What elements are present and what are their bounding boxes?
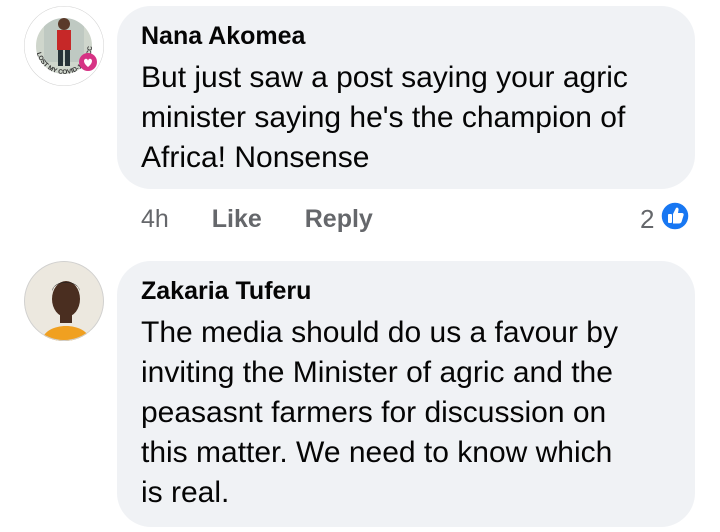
- comment-text-line: inviting the Minister of agric and the: [141, 356, 613, 389]
- reaction-count: 2: [640, 204, 655, 234]
- commenter-avatar[interactable]: [24, 261, 104, 341]
- comment-text-line: this matter. We need to know which: [141, 436, 613, 469]
- profile-photo: LOST MY COVID-19 VACCINE: [24, 6, 104, 86]
- reply-button[interactable]: Reply: [305, 205, 373, 233]
- comment-text-line: is real.: [141, 476, 230, 509]
- comment-text-line: minister saying he's the champion of: [141, 101, 626, 134]
- like-thumb-icon: [660, 201, 691, 238]
- comment-text-line: peasasnt farmers for discussion on: [141, 396, 607, 429]
- reaction-summary[interactable]: 2: [640, 201, 691, 238]
- commenter-avatar[interactable]: LOST MY COVID-19 VACCINE: [24, 6, 104, 86]
- comment-timestamp[interactable]: 4h: [141, 205, 169, 233]
- comment-author-name[interactable]: Zakaria Tuferu: [141, 277, 311, 306]
- comment-text-line: But just saw a post saying your agric: [141, 61, 628, 94]
- profile-photo: [24, 261, 104, 341]
- comment-actions: 4h Like Reply: [141, 205, 373, 234]
- like-button[interactable]: Like: [212, 205, 262, 233]
- comment-author-name[interactable]: Nana Akomea: [141, 22, 305, 51]
- comment-text-line: Africa! Nonsense: [141, 141, 370, 174]
- comment-text-line: The media should do us a favour by: [141, 316, 618, 349]
